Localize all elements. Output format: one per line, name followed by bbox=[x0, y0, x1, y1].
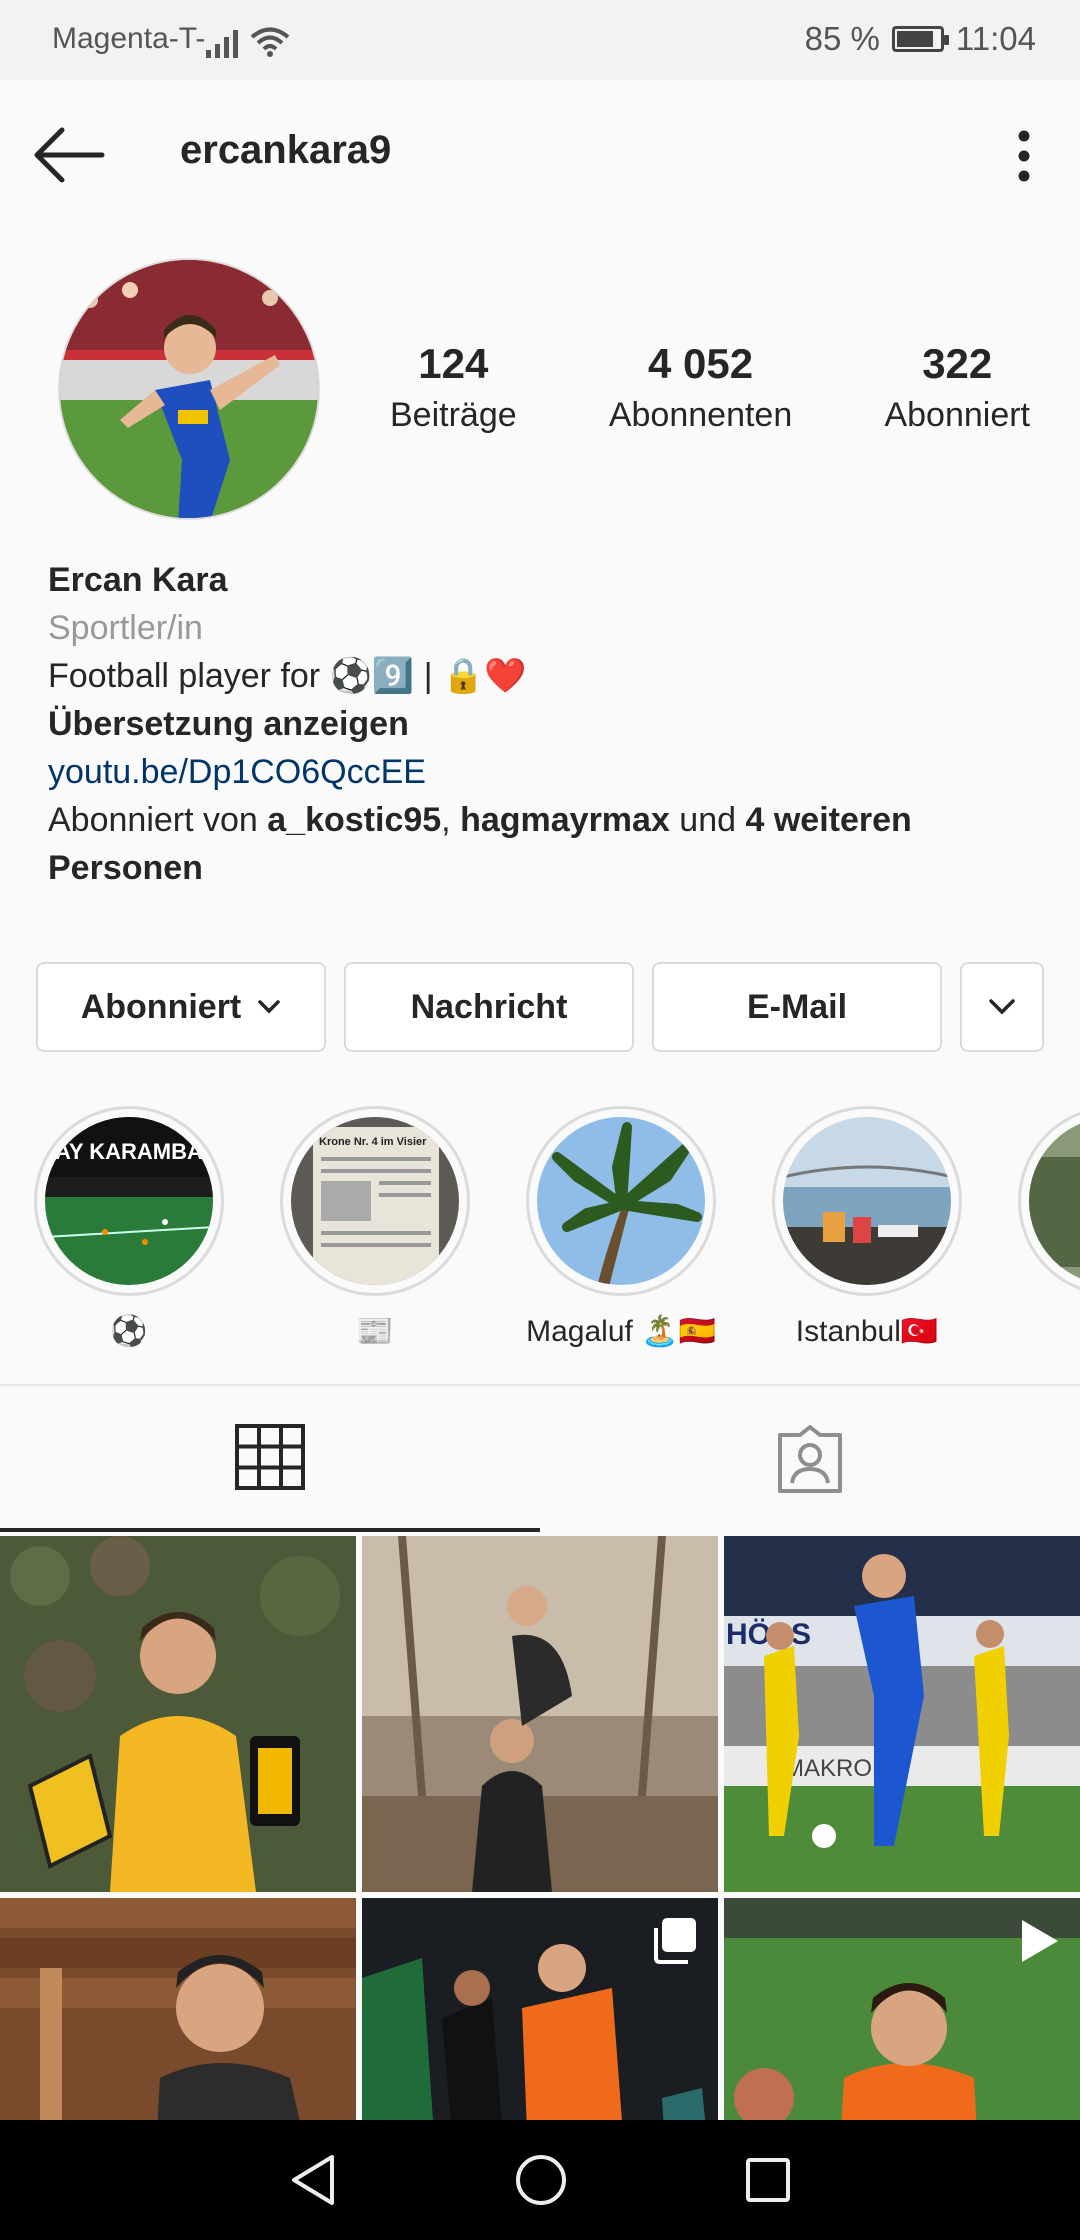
chevron-down-icon bbox=[258, 1000, 281, 1014]
battery-icon bbox=[891, 26, 949, 52]
highlight-banner-text: AY KARAMBA bbox=[55, 1139, 203, 1164]
stat-posts[interactable]: 124 Beiträge bbox=[390, 340, 517, 435]
message-button-label: Nachricht bbox=[410, 987, 568, 1026]
post-thumbnail[interactable] bbox=[724, 1898, 1080, 2120]
back-arrow-icon[interactable] bbox=[30, 120, 110, 190]
more-options-icon[interactable] bbox=[1000, 124, 1048, 188]
home-circle-icon[interactable] bbox=[514, 2153, 568, 2207]
wifi-icon bbox=[250, 27, 290, 57]
tab-posts-grid[interactable] bbox=[0, 1386, 540, 1532]
stat-following[interactable]: 322 Abonniert bbox=[884, 340, 1030, 435]
highlight-cover: AY KARAMBA bbox=[45, 1117, 213, 1285]
post-thumbnail[interactable] bbox=[362, 1898, 718, 2120]
grid-icon bbox=[235, 1424, 305, 1490]
highlight-item[interactable]: Istanbul🇹🇷 bbox=[772, 1106, 962, 1349]
highlight-cover bbox=[1029, 1117, 1080, 1285]
stat-followers[interactable]: 4 052 Abonnenten bbox=[609, 340, 792, 435]
stat-posts-label: Beiträge bbox=[390, 396, 517, 434]
post-thumbnail[interactable] bbox=[0, 1536, 356, 1892]
back-triangle-icon[interactable] bbox=[288, 2153, 338, 2207]
profile-actions: Abonniert Nachricht E-Mail bbox=[36, 962, 1044, 1052]
stat-posts-count: 124 bbox=[418, 340, 489, 387]
account-category: Sportler/in bbox=[48, 609, 203, 647]
highlight-item[interactable]: Magaluf 🏝️🇪🇸 bbox=[526, 1106, 716, 1349]
highlight-caption: ⚽ bbox=[110, 1315, 148, 1348]
post-thumbnail[interactable] bbox=[362, 1536, 718, 1892]
followed-by-separator: , bbox=[441, 801, 461, 839]
highlight-banner-text: Krone Nr. 4 im Visier bbox=[319, 1136, 427, 1148]
story-highlights: AY KARAMBA ⚽ Krone Nr. 4 im Visier 📰 Mag… bbox=[0, 1106, 1080, 1366]
followed-by-prefix: Abonniert von bbox=[48, 801, 268, 839]
signal-icons bbox=[206, 22, 290, 58]
tagged-person-icon bbox=[778, 1425, 842, 1493]
stat-following-count: 322 bbox=[922, 340, 993, 387]
cell-signal-icon bbox=[206, 30, 238, 58]
post-ad-text: MAKRON bbox=[784, 1755, 889, 1782]
video-play-icon bbox=[1022, 1920, 1058, 1962]
profile-header: ercankara9 bbox=[0, 80, 1080, 230]
followed-by-user[interactable]: hagmayrmax bbox=[460, 801, 670, 839]
recents-square-icon[interactable] bbox=[744, 2156, 792, 2204]
followed-by-text[interactable]: Abonniert von a_kostic95, hagmayrmax und… bbox=[48, 796, 1048, 892]
following-button[interactable]: Abonniert bbox=[36, 962, 326, 1052]
page-title-username: ercankara9 bbox=[180, 128, 392, 172]
suggested-accounts-button[interactable] bbox=[960, 962, 1044, 1052]
highlight-item[interactable]: Krone Nr. 4 im Visier 📰 bbox=[280, 1106, 470, 1349]
carrier-label: Magenta-T- bbox=[52, 22, 206, 55]
profile-stats: 124 Beiträge 4 052 Abonnenten 322 Abonni… bbox=[390, 340, 1030, 435]
highlight-item[interactable] bbox=[1018, 1106, 1080, 1314]
system-navigation-bar bbox=[0, 2120, 1080, 2240]
status-bar: Magenta-T- 85 % 11:04 bbox=[0, 0, 1080, 80]
display-name: Ercan Kara bbox=[48, 561, 228, 599]
profile-avatar[interactable] bbox=[58, 258, 320, 520]
battery-percent: 85 % bbox=[804, 20, 880, 57]
stat-followers-count: 4 052 bbox=[647, 340, 754, 387]
posts-grid: HÖSS MAKRON bbox=[0, 1536, 1080, 2120]
following-button-label: Abonniert bbox=[80, 987, 242, 1026]
email-button[interactable]: E-Mail bbox=[652, 962, 942, 1052]
highlight-caption: Istanbul🇹🇷 bbox=[795, 1315, 939, 1348]
stat-following-label: Abonniert bbox=[884, 396, 1030, 434]
highlight-cover: Krone Nr. 4 im Visier bbox=[291, 1117, 459, 1285]
chevron-down-icon bbox=[989, 999, 1015, 1015]
profile-bio: Ercan Kara Sportler/in Football player f… bbox=[48, 556, 1048, 892]
carousel-icon bbox=[654, 1918, 696, 1964]
post-thumbnail[interactable] bbox=[0, 1898, 356, 2120]
highlight-cover bbox=[537, 1117, 705, 1285]
followed-by-and: und bbox=[669, 801, 746, 839]
translate-link[interactable]: Übersetzung anzeigen bbox=[48, 700, 1048, 748]
highlight-item[interactable]: AY KARAMBA ⚽ bbox=[34, 1106, 224, 1349]
highlight-cover bbox=[783, 1117, 951, 1285]
post-thumbnail[interactable]: HÖSS MAKRON bbox=[724, 1536, 1080, 1892]
bio-text: Football player for ⚽9️⃣ | 🔒❤️ bbox=[48, 657, 527, 695]
highlight-caption: 📰 bbox=[356, 1315, 394, 1348]
highlight-caption: Magaluf 🏝️🇪🇸 bbox=[526, 1315, 716, 1348]
bio-website-link[interactable]: youtu.be/Dp1CO6QccEE bbox=[48, 748, 1048, 796]
clock: 11:04 bbox=[955, 20, 1036, 57]
message-button[interactable]: Nachricht bbox=[344, 962, 634, 1052]
followed-by-user[interactable]: a_kostic95 bbox=[267, 801, 441, 839]
stat-followers-label: Abonnenten bbox=[608, 396, 793, 434]
tab-tagged[interactable] bbox=[540, 1386, 1080, 1532]
email-button-label: E-Mail bbox=[746, 987, 848, 1026]
profile-tabs bbox=[0, 1384, 1080, 1532]
